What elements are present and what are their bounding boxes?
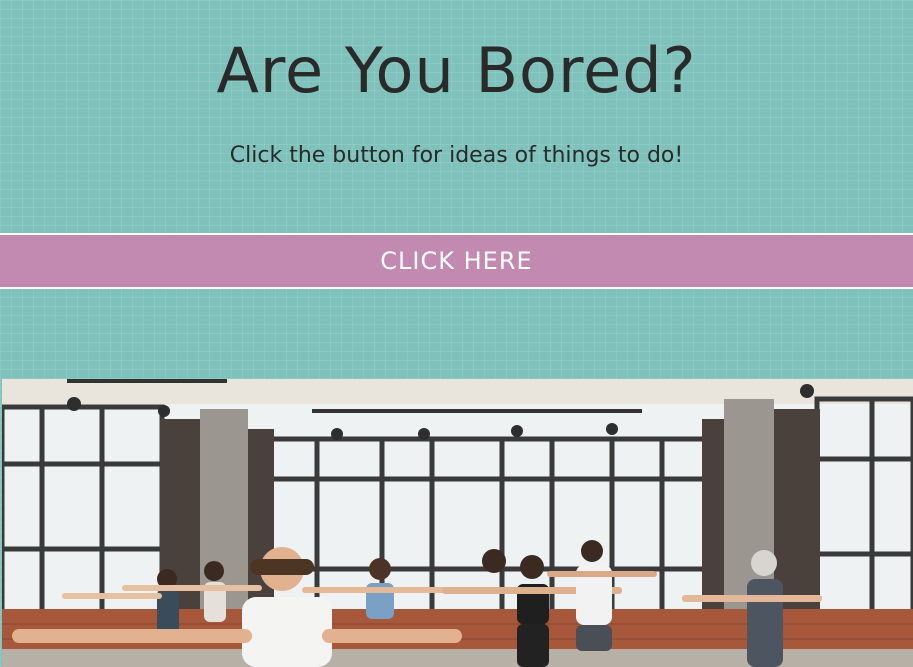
click-here-button[interactable]: CLICK HERE	[0, 233, 913, 289]
yoga-class-image	[2, 379, 913, 667]
click-here-label: CLICK HERE	[380, 247, 533, 275]
page-title: Are You Bored?	[216, 34, 697, 107]
page-subtitle: Click the button for ideas of things to …	[229, 143, 684, 168]
hero-header: Are You Bored? Click the button for idea…	[0, 0, 913, 232]
